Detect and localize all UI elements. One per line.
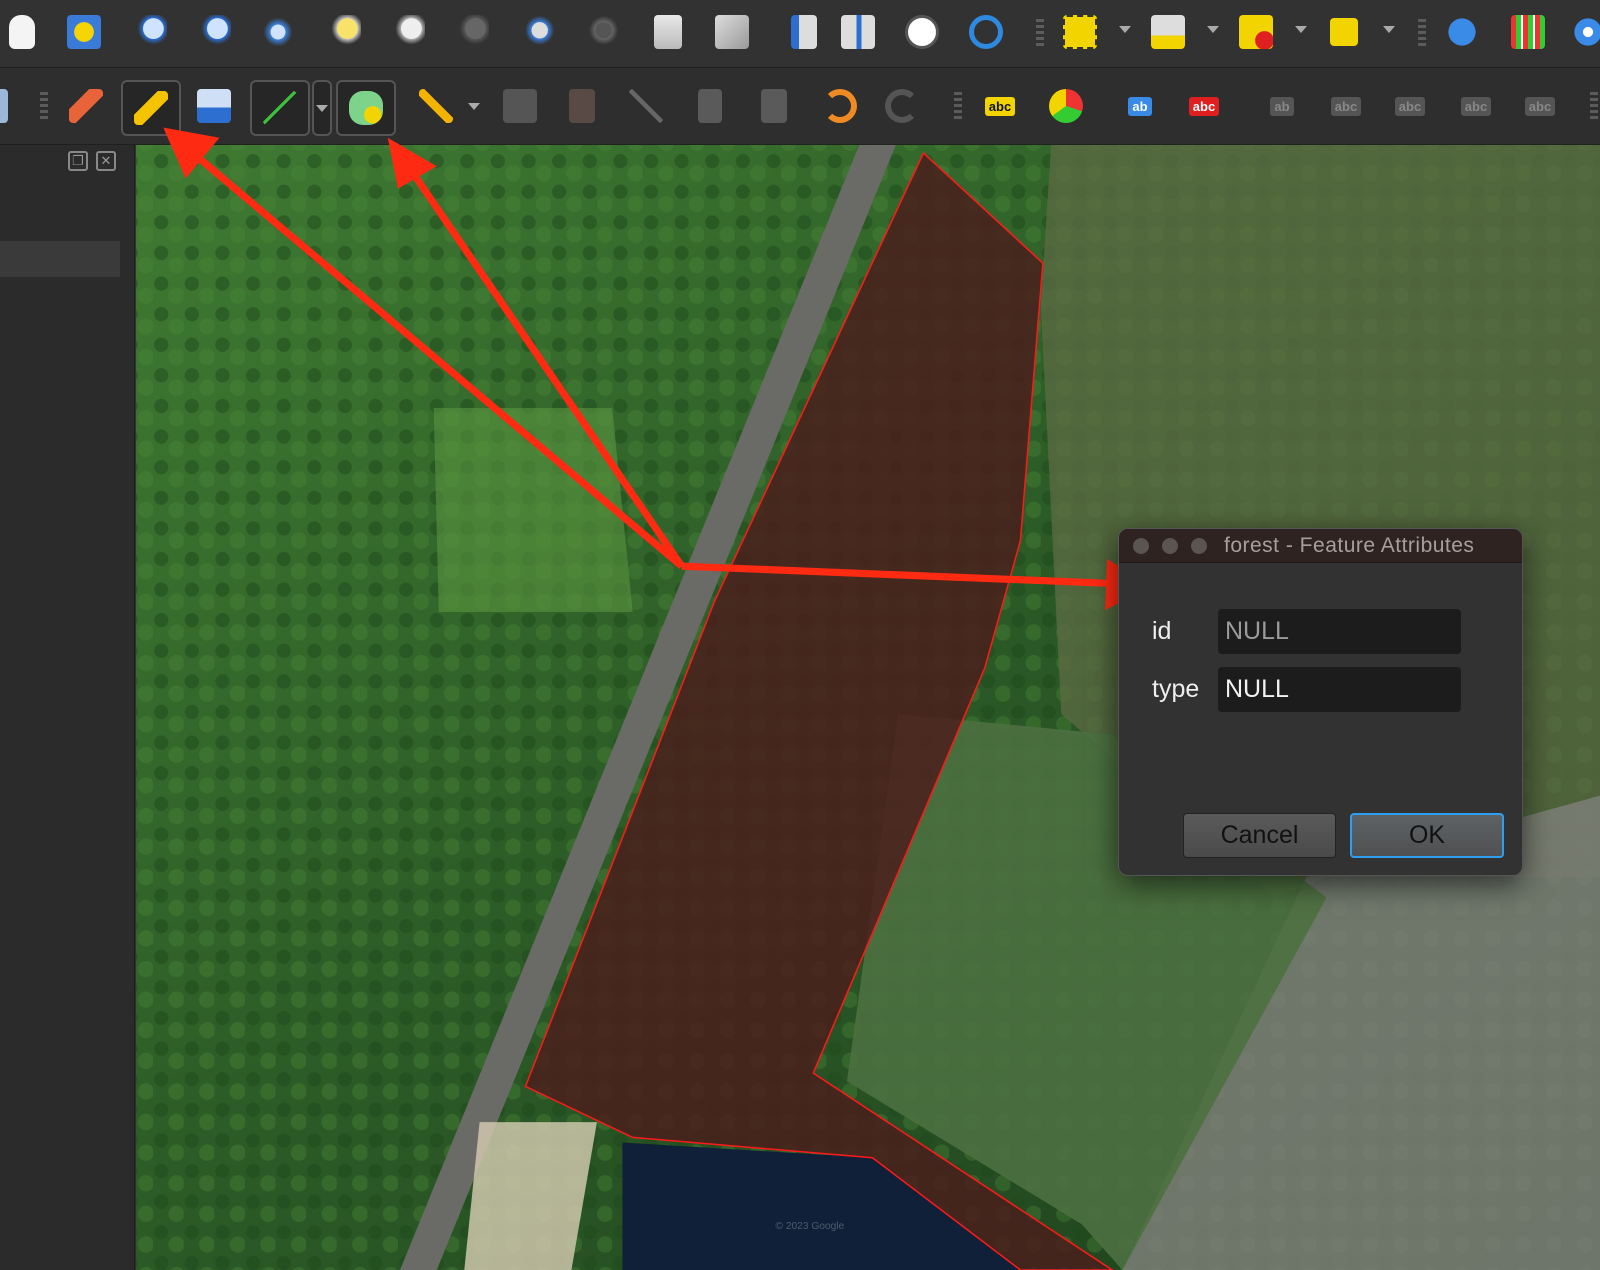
pan-hand-icon[interactable] (0, 10, 44, 54)
cut-features-icon (624, 84, 668, 128)
layer-diagram-icon[interactable] (1044, 84, 1088, 128)
chevron-down-icon[interactable] (468, 103, 480, 110)
copy-features-icon (688, 84, 732, 128)
zoom-out-icon[interactable] (192, 10, 236, 54)
field-label: id (1152, 617, 1172, 645)
chevron-down-icon[interactable] (1207, 26, 1219, 33)
statistical-summary-icon[interactable] (1506, 10, 1550, 54)
close-window-button[interactable] (1133, 537, 1149, 554)
chevron-down-icon[interactable] (1119, 26, 1131, 33)
toolbar-handle[interactable] (40, 92, 48, 122)
redo-icon (880, 84, 924, 128)
layer-icon[interactable] (0, 84, 24, 128)
id-input[interactable]: NULL (1218, 609, 1461, 654)
pan-to-selection-icon[interactable] (62, 10, 106, 54)
deselect-all-icon[interactable] (1234, 10, 1278, 54)
temporal-controller-icon[interactable] (900, 10, 944, 54)
map-navigation-toolbar (0, 0, 1600, 68)
paste-features-icon (752, 84, 796, 128)
select-features-icon[interactable] (1058, 10, 1102, 54)
toolbar-handle[interactable] (1590, 92, 1598, 122)
show-hide-labels-button: abc (1322, 84, 1370, 128)
vertex-tool-icon[interactable] (414, 84, 458, 128)
zoom-window-button[interactable] (1191, 537, 1207, 554)
toolbar-handle[interactable] (1418, 19, 1426, 49)
type-input[interactable]: NULL (1218, 667, 1461, 712)
save-layer-edits-icon[interactable] (192, 84, 236, 128)
highlight-pinned-labels-button[interactable]: ab (1116, 84, 1164, 128)
refresh-icon[interactable] (964, 10, 1008, 54)
modify-attributes-icon (498, 84, 542, 128)
identify-features-icon[interactable] (1440, 10, 1484, 54)
zoom-to-selection-icon[interactable] (322, 10, 366, 54)
delete-selected-icon (560, 84, 604, 128)
layer-list-item[interactable] (0, 241, 120, 277)
change-label-properties-button: abc (1516, 84, 1564, 128)
open-attribute-table-icon[interactable] (1146, 10, 1190, 54)
select-by-location-icon[interactable] (1322, 10, 1366, 54)
settings-icon[interactable] (1566, 10, 1600, 54)
zoom-to-layer-icon[interactable] (386, 10, 430, 54)
dialog-title: forest - Feature Attributes (1224, 533, 1475, 557)
field-row-type: type NULL (1152, 667, 1461, 712)
layer-labeling-button[interactable]: abc (976, 84, 1024, 128)
new-spatial-bookmark-icon[interactable] (782, 10, 826, 54)
new-3d-map-view-icon[interactable] (710, 10, 754, 54)
add-polygon-feature-button[interactable] (336, 80, 396, 136)
toggle-editing-button[interactable] (121, 80, 181, 136)
layers-panel: ❐ ✕ (0, 145, 135, 1270)
zoom-full-icon[interactable] (256, 10, 300, 54)
toggle-display-unplaced-labels-button[interactable]: abc (1180, 84, 1228, 128)
digitize-with-segment-button[interactable] (250, 80, 310, 136)
current-edits-icon[interactable] (64, 84, 108, 128)
zoom-next-icon[interactable] (580, 10, 624, 54)
field-label: type (1152, 675, 1200, 703)
dialog-titlebar[interactable]: forest - Feature Attributes (1119, 529, 1522, 563)
editing-toolbar: abc ab abc ab abc abc abc abc (0, 68, 1600, 145)
ok-button[interactable]: OK (1350, 813, 1504, 858)
show-bookmarks-icon[interactable] (836, 10, 880, 54)
rotate-label-button: abc (1452, 84, 1500, 128)
toolbar-handle[interactable] (1036, 19, 1044, 49)
pin-unpin-labels-button: ab (1258, 84, 1306, 128)
chevron-down-icon[interactable] (1295, 26, 1307, 33)
minimize-window-button[interactable] (1162, 537, 1178, 554)
feature-attributes-dialog: forest - Feature Attributes id NULL type… (1118, 528, 1523, 876)
field-row-id: id NULL (1152, 609, 1461, 654)
undo-icon[interactable] (818, 84, 862, 128)
toolbar-handle[interactable] (954, 92, 962, 122)
zoom-in-icon[interactable] (128, 10, 172, 54)
new-map-view-icon[interactable] (646, 10, 690, 54)
chevron-down-icon[interactable] (1383, 26, 1395, 33)
float-panel-icon[interactable]: ❐ (68, 151, 88, 171)
zoom-native-icon[interactable] (450, 10, 494, 54)
digitize-dropdown[interactable] (312, 80, 332, 136)
move-label-button: abc (1386, 84, 1434, 128)
cancel-button[interactable]: Cancel (1183, 813, 1336, 858)
close-panel-icon[interactable]: ✕ (96, 151, 116, 171)
zoom-last-icon[interactable] (516, 10, 560, 54)
